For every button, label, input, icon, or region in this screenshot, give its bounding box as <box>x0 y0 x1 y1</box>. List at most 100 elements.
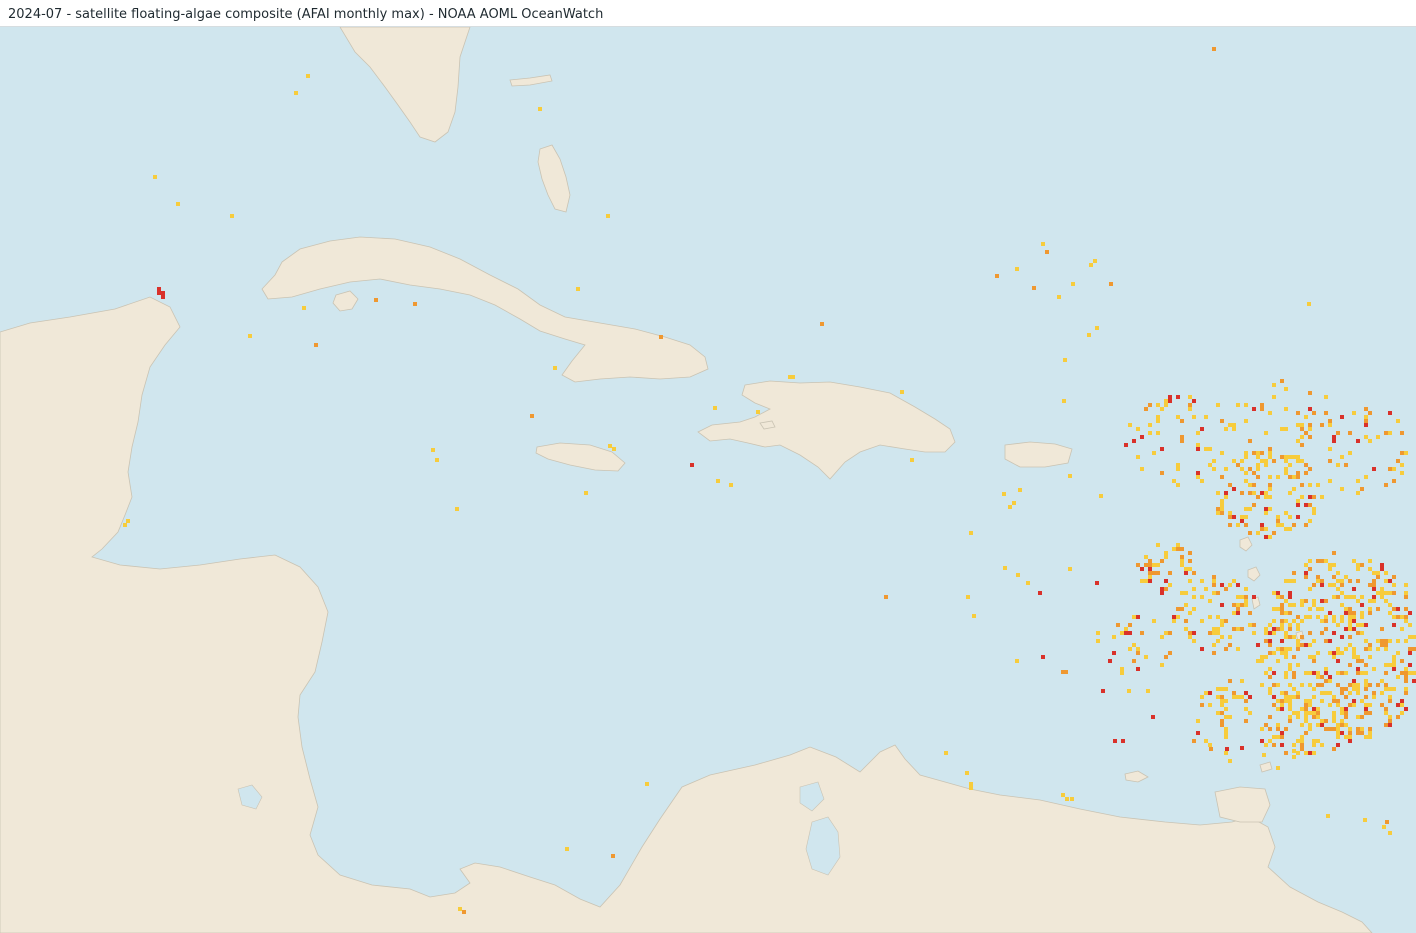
algae-cell-low <box>1384 663 1388 667</box>
algae-cell-high <box>1340 731 1344 735</box>
algae-cell-low <box>1356 479 1360 483</box>
algae-cell-low <box>1232 579 1236 583</box>
algae-cell-low <box>1300 459 1304 463</box>
algae-cell-medium <box>1220 419 1224 423</box>
algae-cell-low <box>1292 749 1296 753</box>
algae-cell-low <box>1340 651 1344 655</box>
algae-cell-low <box>1204 739 1208 743</box>
algae-cell-low <box>1065 797 1069 801</box>
algae-cell-low <box>1284 611 1288 615</box>
algae-cell-low <box>1284 527 1288 531</box>
algae-cell-low <box>1320 719 1324 723</box>
algae-cell-high <box>1272 671 1276 675</box>
algae-cell-medium <box>1320 559 1324 563</box>
algae-cell-medium <box>1312 411 1316 415</box>
algae-cell-high <box>1408 663 1412 667</box>
algae-cell-medium <box>1148 559 1152 563</box>
algae-cell-low <box>553 366 557 370</box>
algae-cell-medium <box>1224 647 1228 651</box>
algae-cell-medium <box>1192 739 1196 743</box>
algae-cell-low <box>1264 655 1268 659</box>
algae-cell-low <box>1300 599 1304 603</box>
algae-cell-medium <box>1340 687 1344 691</box>
algae-cell-low <box>1093 259 1097 263</box>
algae-cell-low <box>1200 479 1204 483</box>
algae-cell-low <box>1296 459 1300 463</box>
algae-cell-low <box>1348 615 1352 619</box>
algae-cell-medium <box>1260 451 1264 455</box>
algae-cell-low <box>1232 459 1236 463</box>
algae-cell-low <box>1061 793 1065 797</box>
algae-cell-medium <box>1276 627 1280 631</box>
algae-cell-low <box>608 444 612 448</box>
algae-cell-low <box>1304 615 1308 619</box>
algae-cell-medium <box>1400 451 1404 455</box>
algae-cell-high <box>1304 643 1308 647</box>
algae-cell-medium <box>1272 531 1276 535</box>
algae-cell-high <box>1296 503 1300 507</box>
algae-cell-high <box>1340 415 1344 419</box>
algae-cell-medium <box>1304 731 1308 735</box>
algae-cell-medium <box>1284 691 1288 695</box>
algae-cell-low <box>1244 507 1248 511</box>
map-frame[interactable] <box>0 27 1416 933</box>
algae-cell-low <box>1248 623 1252 627</box>
algae-cell-low <box>1160 407 1164 411</box>
algae-cell-medium <box>1344 695 1348 699</box>
algae-cell-high <box>1140 567 1144 571</box>
algae-cell-medium <box>1296 475 1300 479</box>
algae-cell-low <box>1288 603 1292 607</box>
algae-cell-medium <box>1344 463 1348 467</box>
algae-cell-low <box>1284 459 1288 463</box>
algae-cell-medium <box>1404 675 1408 679</box>
algae-cell-high <box>1276 591 1280 595</box>
algae-cell-low <box>1224 735 1228 739</box>
algae-cell-medium <box>1392 575 1396 579</box>
algae-cell-high <box>1268 639 1272 643</box>
algae-cell-low <box>1368 703 1372 707</box>
algae-cell-low <box>1280 651 1284 655</box>
algae-cell-medium <box>1360 563 1364 567</box>
map-canvas[interactable] <box>0 27 1416 933</box>
algae-cell-low <box>1312 655 1316 659</box>
algae-cell-medium <box>1312 659 1316 663</box>
algae-cell-medium <box>1360 715 1364 719</box>
algae-cell-low <box>1328 447 1332 451</box>
algae-cell-low <box>1228 423 1232 427</box>
algae-cell-low <box>1196 719 1200 723</box>
algae-cell-low <box>1152 451 1156 455</box>
algae-cell-low <box>1396 639 1400 643</box>
algae-cell-low <box>1288 515 1292 519</box>
algae-cell-low <box>1408 623 1412 627</box>
algae-cell-low <box>1268 451 1272 455</box>
algae-cell-low <box>1156 419 1160 423</box>
algae-cell-low <box>1216 627 1220 631</box>
algae-cell-low <box>1276 735 1280 739</box>
algae-cell-low <box>1224 699 1228 703</box>
algae-cell-low <box>1352 647 1356 651</box>
algae-cell-medium <box>1240 491 1244 495</box>
algae-cell-medium <box>1324 727 1328 731</box>
algae-cell-low <box>176 202 180 206</box>
algae-cell-low <box>1240 695 1244 699</box>
algae-cell-low <box>1316 579 1320 583</box>
algae-cell-high <box>1240 519 1244 523</box>
algae-cell-low <box>1300 603 1304 607</box>
algae-cell-low <box>966 595 970 599</box>
algae-cell-medium <box>1328 459 1332 463</box>
algae-cell-low <box>1352 655 1356 659</box>
algae-cell-medium <box>1332 699 1336 703</box>
algae-cell-low <box>1336 587 1340 591</box>
algae-cell-low <box>1220 503 1224 507</box>
algae-cell-low <box>1312 739 1316 743</box>
algae-cell-low <box>1212 631 1216 635</box>
algae-cell-medium <box>1368 611 1372 615</box>
algae-cell-low <box>1352 615 1356 619</box>
algae-cell-low <box>1316 483 1320 487</box>
algae-cell-high <box>1332 435 1336 439</box>
algae-cell-low <box>1152 619 1156 623</box>
algae-cell-medium <box>1348 683 1352 687</box>
algae-cell-medium <box>1164 587 1168 591</box>
algae-cell-medium <box>1268 447 1272 451</box>
algae-cell-low <box>1272 395 1276 399</box>
